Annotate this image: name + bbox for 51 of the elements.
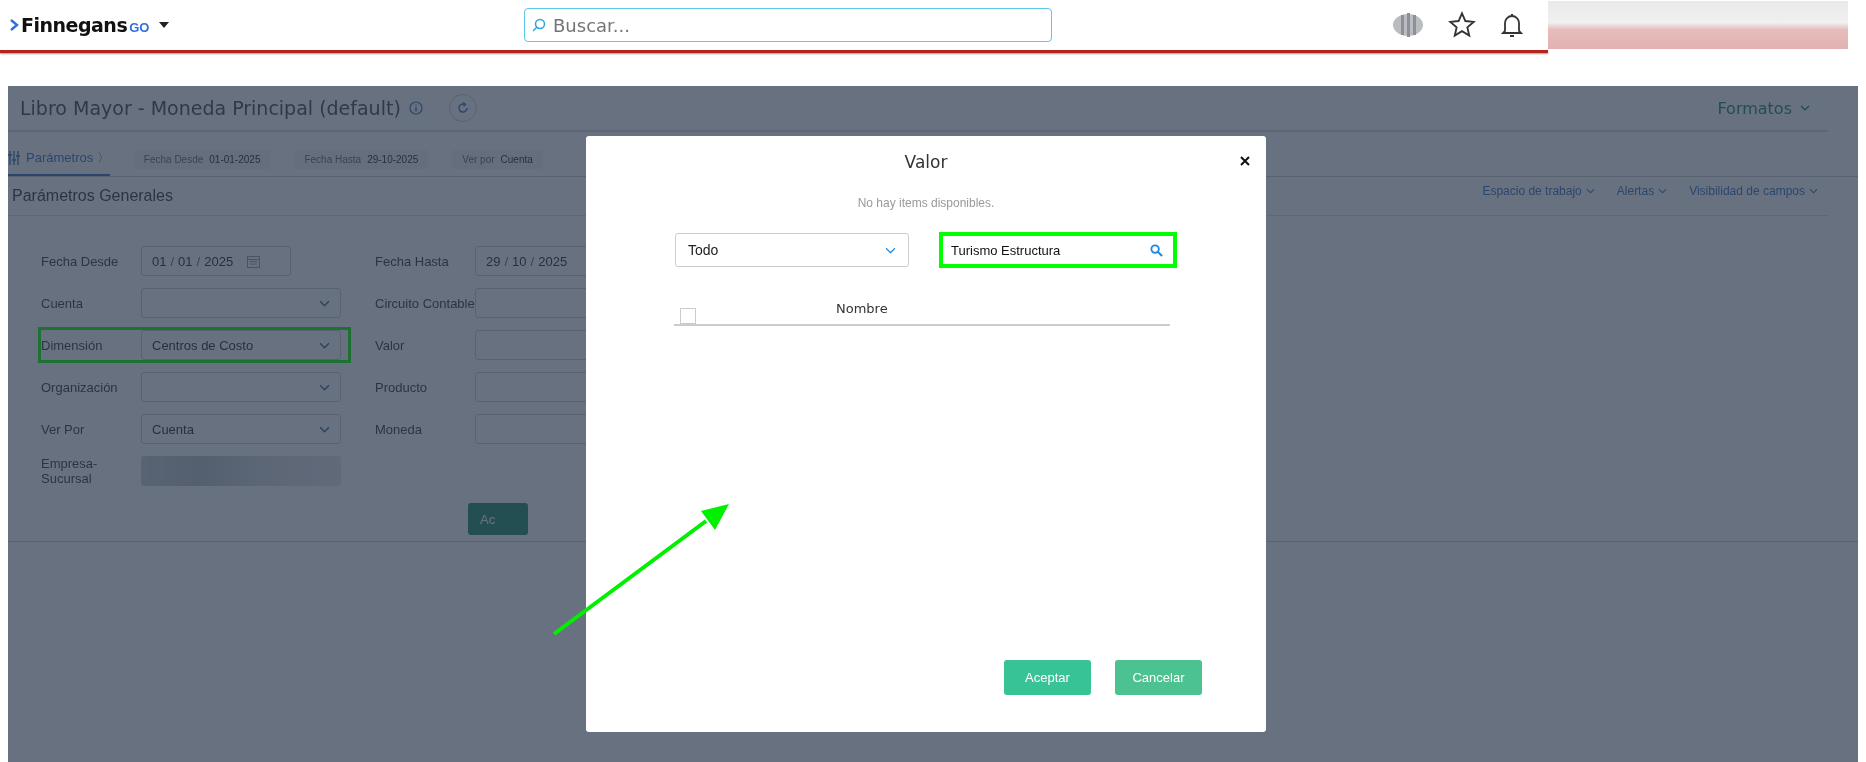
field-label: Valor (375, 337, 406, 353)
toolbar-dropdown[interactable]: Espacio de trabajo (1476, 183, 1601, 199)
field-label: Fecha Desde (41, 253, 120, 269)
field-label: Cuenta (41, 295, 84, 311)
logo-text[interactable]: Finnegans (21, 14, 128, 36)
field-label: Organización (41, 379, 119, 395)
bell-icon[interactable] (1500, 11, 1524, 39)
field-label: Producto (375, 379, 429, 395)
date-separator: / (196, 253, 201, 269)
logo-suffix: GO (129, 19, 150, 35)
field-label: Empresa-Sucursal (41, 456, 99, 486)
summary-value: 01-01-2025 (209, 153, 261, 165)
empty-message: No hay items disponibles. (857, 196, 995, 210)
field-label: Fecha Hasta (375, 253, 450, 269)
field-label: Circuito Contable (375, 295, 475, 311)
toolbar-dropdown[interactable]: Alertas (1610, 183, 1674, 199)
date-separator: / (530, 253, 535, 269)
summary-value: 29-10-2025 (367, 153, 419, 165)
formats-dropdown[interactable]: Formatos (1711, 97, 1816, 119)
search-field[interactable]: Buscar... (524, 8, 1052, 42)
field-label: Moneda (375, 421, 423, 437)
date-separator: / (504, 253, 509, 269)
chevron-down-icon (885, 246, 896, 254)
toolbar-dropdown[interactable]: Visibilidad de campos (1683, 183, 1824, 199)
search-field[interactable]: Turismo Estructura (939, 232, 1177, 268)
field-label: Dimensión (41, 337, 104, 353)
caret-icon[interactable] (159, 22, 170, 28)
search-icon (1150, 244, 1163, 257)
field-label: Ver Por (41, 421, 86, 437)
date-part: 2025 (204, 253, 234, 269)
date-part: 2025 (538, 253, 568, 269)
date-part: 10 (512, 253, 527, 269)
select-all-checkbox[interactable] (680, 308, 696, 324)
logo-chevron-icon (10, 19, 19, 31)
dialog-button[interactable]: Cancelar (1115, 660, 1202, 695)
star-icon[interactable] (1448, 11, 1476, 39)
close-icon (1240, 156, 1250, 166)
column-header: Nombre (836, 301, 888, 316)
date-part: 29 (486, 253, 501, 269)
page-title: Libro Mayor - Moneda Principal (default) (20, 97, 401, 119)
parameters-tab[interactable]: Parámetros 〉 (8, 142, 110, 176)
filter-select[interactable]: Todo (675, 233, 909, 267)
summary-value: Cuenta (500, 153, 533, 165)
search-icon (532, 18, 546, 32)
section-title: Parámetros Generales (12, 187, 173, 205)
sphere-icon[interactable] (1392, 12, 1424, 38)
dialog-button[interactable]: Aceptar (1004, 660, 1091, 695)
modal-title: Valor (904, 152, 948, 172)
date-separator: / (170, 253, 175, 269)
date-part: 01 (178, 253, 193, 269)
date-part: 01 (152, 253, 167, 269)
